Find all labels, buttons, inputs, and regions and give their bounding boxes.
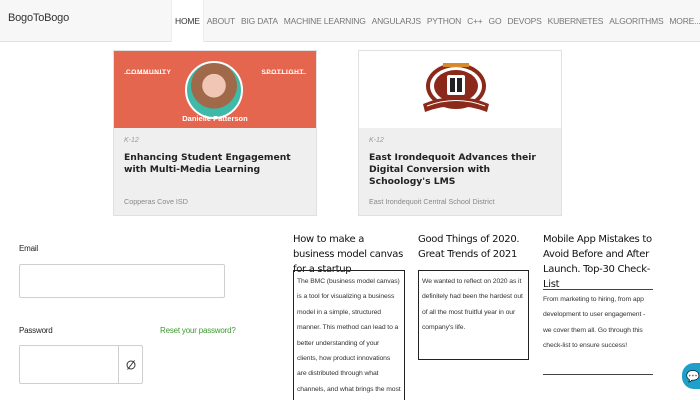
banner-left-text: COMMUNITY [126, 69, 172, 76]
brand-logo[interactable]: BogoToBogo [8, 12, 69, 24]
nav-angularjs[interactable]: ANGULARJS [369, 0, 424, 42]
card-source: Copperas Cove ISD [124, 197, 188, 206]
email-label: Email [19, 244, 39, 253]
main-nav: HOME ABOUT BIG DATA MACHINE LEARNING ANG… [171, 0, 700, 42]
nav-kubernetes[interactable]: KUBERNETES [545, 0, 607, 42]
case-study-card-irondequoit[interactable]: K-12 East Irondequoit Advances their Dig… [358, 50, 562, 216]
article-divider [543, 289, 653, 290]
spotlight-person-name: Danielle Patterson [182, 114, 248, 123]
card-body: K-12 East Irondequoit Advances their Dig… [359, 128, 561, 195]
card-title[interactable]: Enhancing Student Engagement with Multi-… [124, 152, 306, 176]
card-tag: K-12 [369, 137, 384, 144]
card-source: East Irondequoit Central School District [369, 197, 495, 206]
email-field[interactable] [19, 264, 225, 298]
school-seal-image [359, 51, 561, 128]
top-navbar: BogoToBogo HOME ABOUT BIG DATA MACHINE L… [0, 0, 700, 42]
nav-cpp[interactable]: C++ [464, 0, 485, 42]
nav-home[interactable]: HOME [171, 0, 204, 42]
card-title[interactable]: East Irondequoit Advances their Digital … [369, 152, 551, 188]
card-body: K-12 Enhancing Student Engagement with M… [114, 128, 316, 183]
reset-password-link[interactable]: Reset your password? [160, 326, 236, 335]
nav-big-data[interactable]: BIG DATA [238, 0, 281, 42]
case-study-card-engagement[interactable]: COMMUNITY SPOTLIGHT Danielle Patterson K… [113, 50, 317, 216]
nav-about[interactable]: ABOUT [204, 0, 238, 42]
nav-python[interactable]: PYTHON [424, 0, 464, 42]
nav-devops[interactable]: DEVOPS [504, 0, 544, 42]
banner-right-text: SPOTLIGHT [261, 69, 304, 76]
article-divider [543, 374, 653, 375]
nav-machine-learning[interactable]: MACHINE LEARNING [281, 0, 369, 42]
article-excerpt-good-things: We wanted to reflect on 2020 as it defin… [418, 270, 529, 360]
school-seal-icon [423, 63, 489, 112]
nav-go[interactable]: GO [486, 0, 505, 42]
card-tag: K-12 [124, 137, 139, 144]
article-title-mobile-app[interactable]: Mobile App Mistakes to Avoid Before and … [543, 232, 655, 292]
chat-widget-button[interactable]: 💬 [682, 363, 700, 389]
password-label: Password [19, 326, 53, 335]
chat-icon: 💬 [686, 370, 700, 383]
article-title-good-things[interactable]: Good Things of 2020. Great Trends of 202… [418, 232, 530, 262]
nav-algorithms[interactable]: ALGORITHMS [606, 0, 666, 42]
nav-more-label: MORE... [669, 16, 700, 26]
article-excerpt-mobile-app: From marketing to hiring, from app devel… [543, 296, 646, 350]
avatar [185, 61, 243, 119]
community-spotlight-image: COMMUNITY SPOTLIGHT Danielle Patterson [114, 51, 316, 128]
nav-more[interactable]: MORE...▼ [666, 0, 700, 42]
article-excerpt-bmc: The BMC (business model canvas) is a too… [293, 270, 405, 400]
password-visibility-toggle[interactable] [118, 345, 143, 384]
eye-slash-icon [126, 359, 136, 370]
